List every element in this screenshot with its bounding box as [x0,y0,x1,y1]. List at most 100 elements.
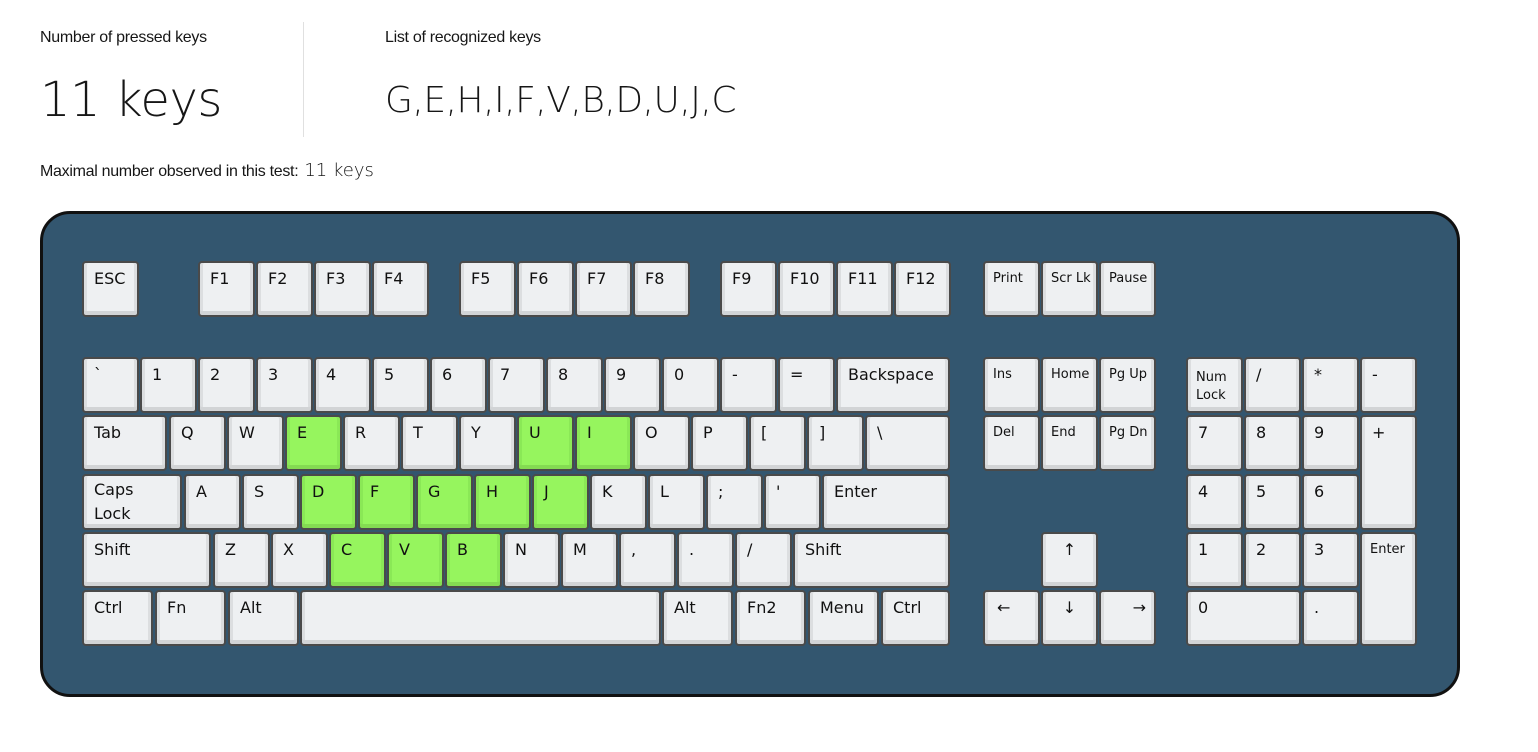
key-rbracket[interactable]: ] [807,415,864,471]
key-z[interactable]: Z [213,532,270,588]
key-scrlk[interactable]: Scr Lk [1041,261,1098,317]
key-fn2[interactable]: Fn2 [735,590,806,646]
key-caps[interactable]: Caps Lock [82,474,182,530]
key-d0[interactable]: 0 [662,357,719,413]
key-end[interactable]: End [1041,415,1098,471]
key-g[interactable]: G [416,474,473,530]
key-ins[interactable]: Ins [983,357,1040,413]
key-lalt[interactable]: Alt [228,590,299,646]
key-f8[interactable]: F8 [633,261,690,317]
key-print[interactable]: Print [983,261,1040,317]
key-w[interactable]: W [227,415,284,471]
key-l[interactable]: L [648,474,705,530]
key-f10[interactable]: F10 [778,261,835,317]
key-np3[interactable]: 3 [1302,532,1359,588]
key-np8[interactable]: 8 [1244,415,1301,471]
key-npenter[interactable]: Enter [1360,532,1417,646]
key-tab[interactable]: Tab [82,415,167,471]
key-backspace[interactable]: Backspace [836,357,950,413]
key-m[interactable]: M [561,532,618,588]
key-np4[interactable]: 4 [1186,474,1243,530]
key-down[interactable]: ↓ [1041,590,1098,646]
key-esc[interactable]: ESC [82,261,139,317]
key-np7[interactable]: 7 [1186,415,1243,471]
key-rctrl[interactable]: Ctrl [881,590,950,646]
key-backtick[interactable]: ` [82,357,139,413]
key-minus[interactable]: - [720,357,777,413]
key-d5[interactable]: 5 [372,357,429,413]
key-f5[interactable]: F5 [459,261,516,317]
key-h[interactable]: H [474,474,531,530]
key-pause[interactable]: Pause [1099,261,1156,317]
key-c[interactable]: C [329,532,386,588]
key-numlock[interactable]: Num Lock [1186,357,1243,413]
key-f1[interactable]: F1 [198,261,255,317]
key-e[interactable]: E [285,415,342,471]
key-del[interactable]: Del [983,415,1040,471]
key-j[interactable]: J [532,474,589,530]
key-right[interactable]: → [1099,590,1156,646]
key-lshift[interactable]: Shift [82,532,211,588]
key-q[interactable]: Q [169,415,226,471]
key-f[interactable]: F [358,474,415,530]
key-np5[interactable]: 5 [1244,474,1301,530]
key-f2[interactable]: F2 [256,261,313,317]
key-s[interactable]: S [242,474,299,530]
key-np9[interactable]: 9 [1302,415,1359,471]
key-np6[interactable]: 6 [1302,474,1359,530]
key-f9[interactable]: F9 [720,261,777,317]
key-d1[interactable]: 1 [140,357,197,413]
key-ralt[interactable]: Alt [662,590,733,646]
key-d4[interactable]: 4 [314,357,371,413]
key-lctrl[interactable]: Ctrl [82,590,153,646]
key-i[interactable]: I [575,415,632,471]
key-pgdn[interactable]: Pg Dn [1099,415,1156,471]
key-r[interactable]: R [343,415,400,471]
key-d3[interactable]: 3 [256,357,313,413]
key-enter[interactable]: Enter [822,474,950,530]
key-p[interactable]: P [691,415,748,471]
key-comma[interactable]: , [619,532,676,588]
key-f3[interactable]: F3 [314,261,371,317]
key-u[interactable]: U [517,415,574,471]
key-f6[interactable]: F6 [517,261,574,317]
key-menu[interactable]: Menu [808,590,879,646]
key-y[interactable]: Y [459,415,516,471]
key-np0[interactable]: 0 [1186,590,1301,646]
key-d[interactable]: D [300,474,357,530]
key-v[interactable]: V [387,532,444,588]
key-d2[interactable]: 2 [198,357,255,413]
key-k[interactable]: K [590,474,647,530]
key-d8[interactable]: 8 [546,357,603,413]
key-f4[interactable]: F4 [372,261,429,317]
key-period[interactable]: . [677,532,734,588]
key-n[interactable]: N [503,532,560,588]
key-lbracket[interactable]: [ [749,415,806,471]
key-npdot[interactable]: . [1302,590,1359,646]
key-fn[interactable]: Fn [155,590,226,646]
key-a[interactable]: A [184,474,241,530]
key-f7[interactable]: F7 [575,261,632,317]
key-np1[interactable]: 1 [1186,532,1243,588]
key-d9[interactable]: 9 [604,357,661,413]
key-npdiv[interactable]: / [1244,357,1301,413]
key-rshift[interactable]: Shift [793,532,950,588]
key-space[interactable] [300,590,661,646]
key-npmul[interactable]: * [1302,357,1359,413]
key-d7[interactable]: 7 [488,357,545,413]
key-t[interactable]: T [401,415,458,471]
key-equal[interactable]: = [778,357,835,413]
key-d6[interactable]: 6 [430,357,487,413]
key-x[interactable]: X [271,532,328,588]
key-pgup[interactable]: Pg Up [1099,357,1156,413]
key-left[interactable]: ← [983,590,1040,646]
key-np2[interactable]: 2 [1244,532,1301,588]
key-f11[interactable]: F11 [836,261,893,317]
key-f12[interactable]: F12 [894,261,951,317]
key-slash[interactable]: / [735,532,792,588]
key-quote[interactable]: ' [764,474,821,530]
key-npadd[interactable]: + [1360,415,1417,530]
key-semicolon[interactable]: ; [706,474,763,530]
key-b[interactable]: B [445,532,502,588]
key-backslash[interactable]: \ [865,415,950,471]
